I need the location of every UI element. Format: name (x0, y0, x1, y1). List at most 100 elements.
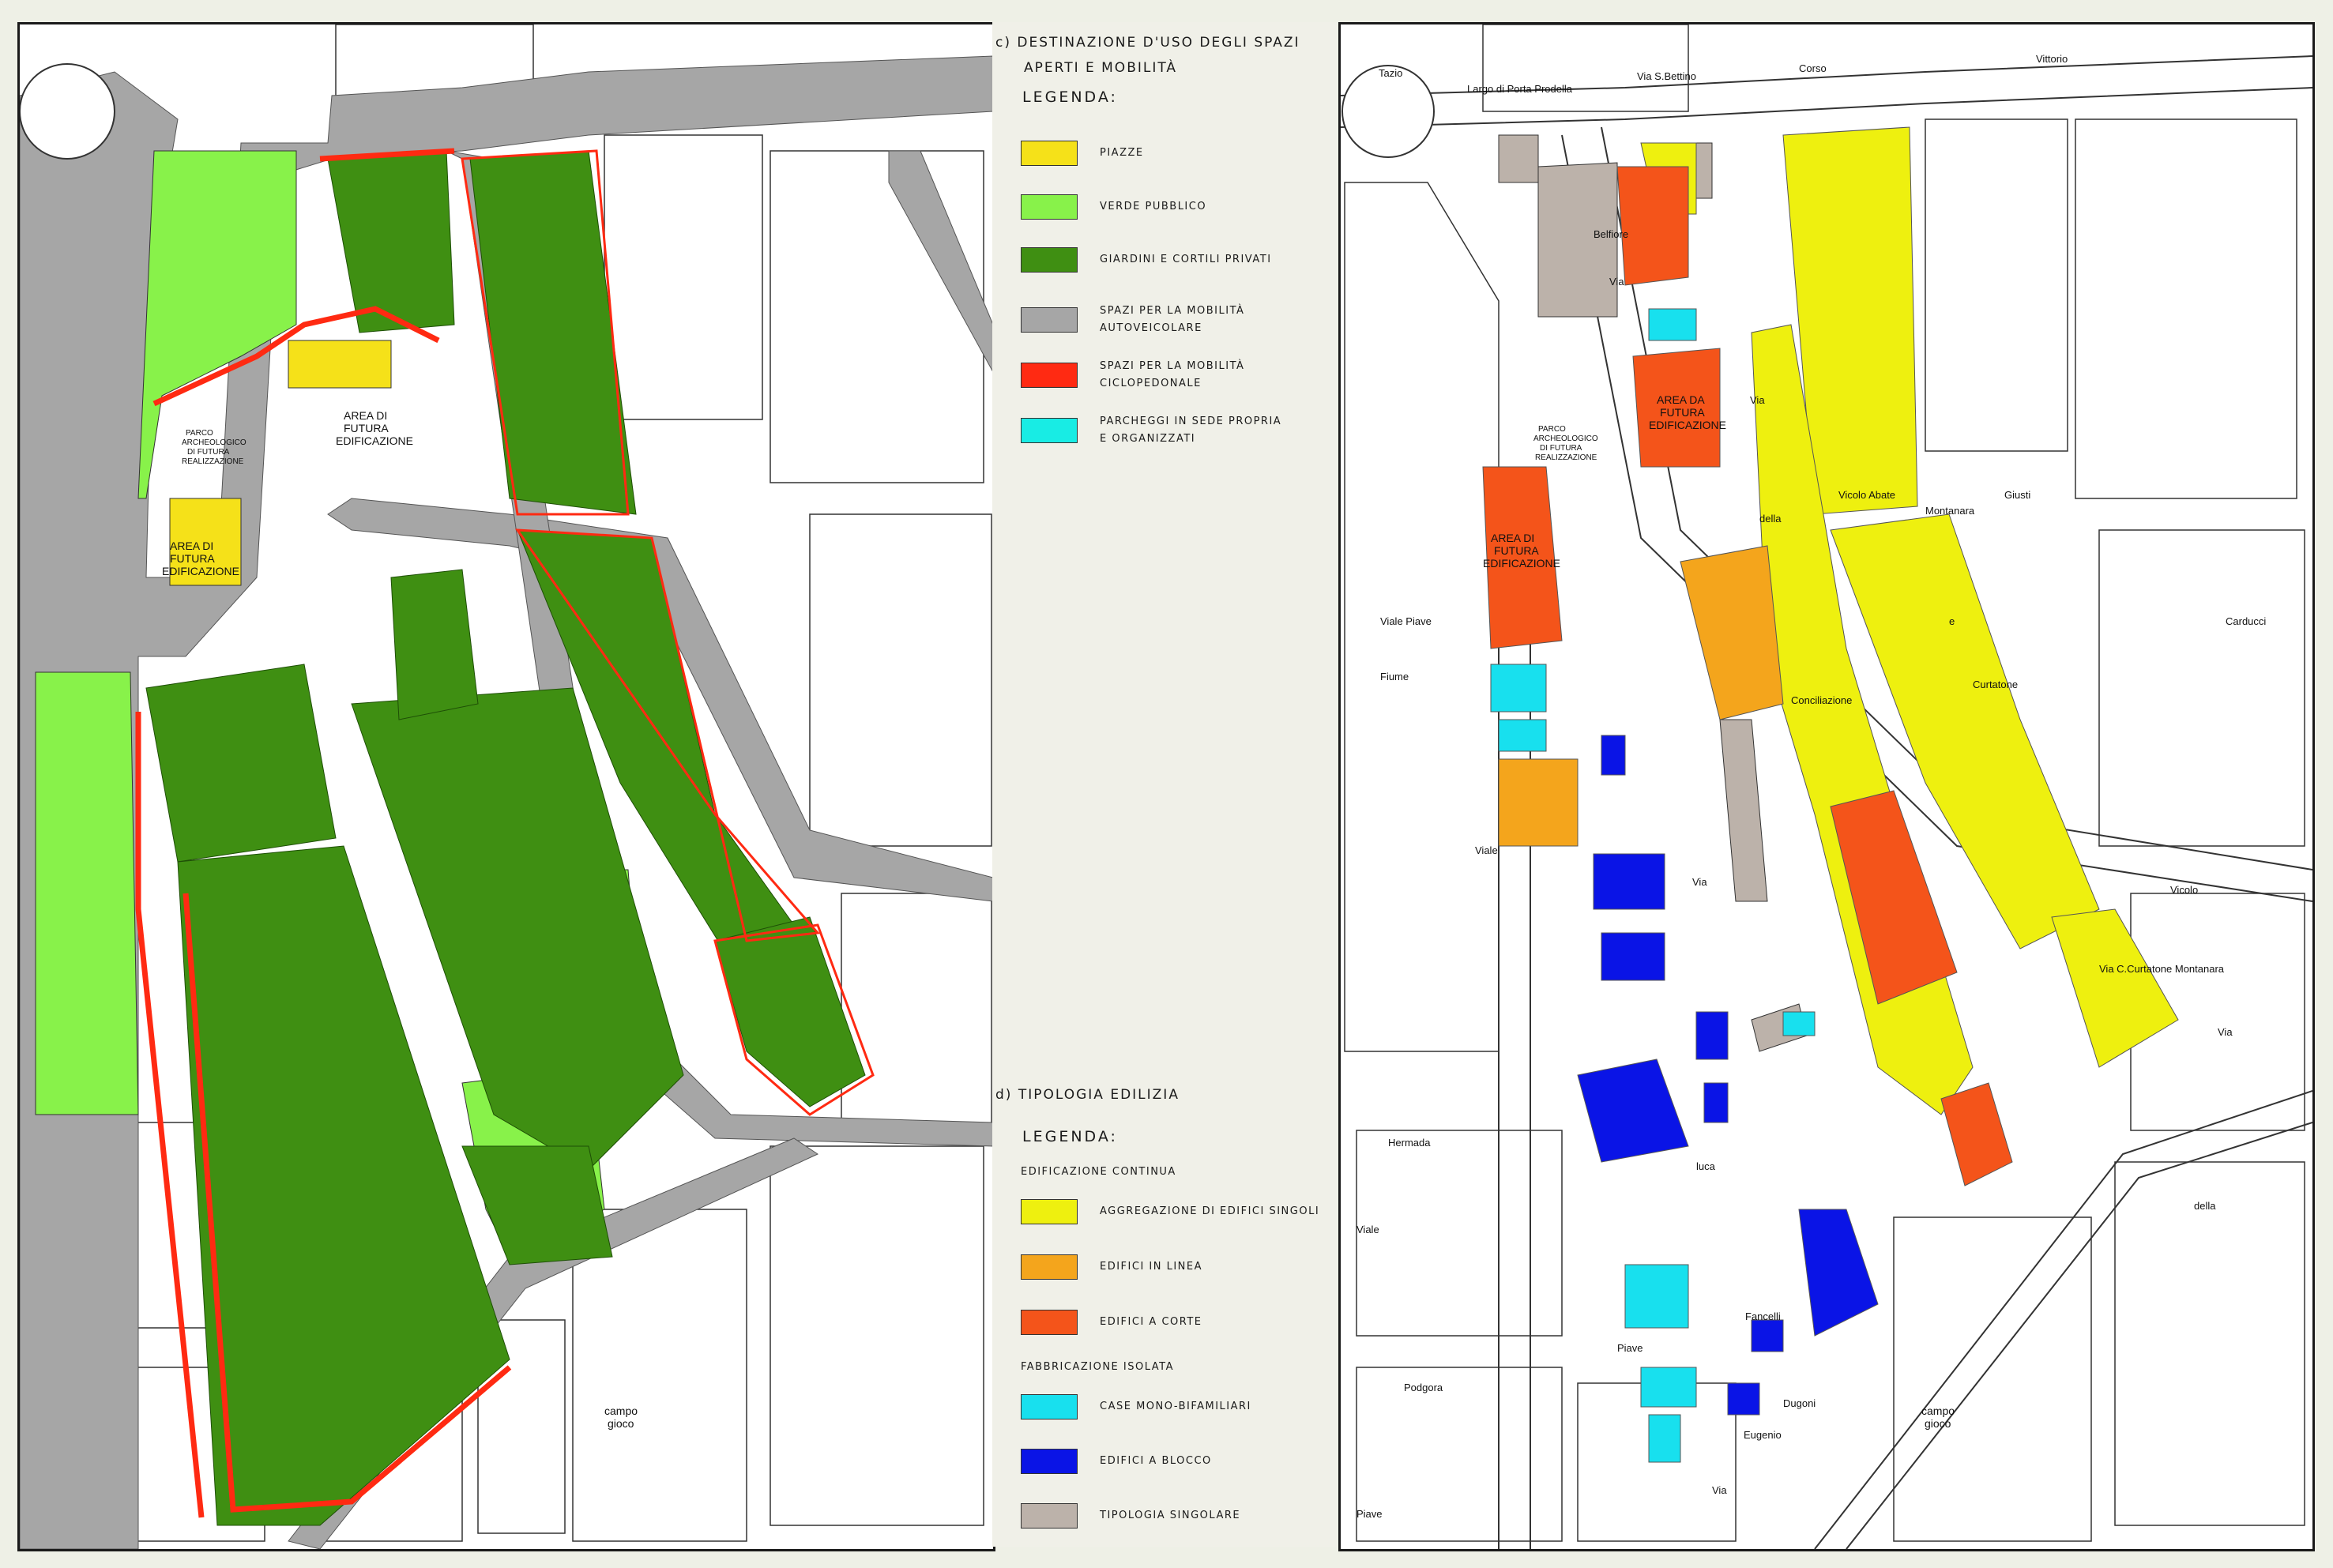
legend-item-piazze: PIAZZE (1021, 141, 1144, 166)
street-belfiore: Belfiore (1594, 228, 1628, 240)
street-corso: Corso (1799, 62, 1827, 74)
legend-label-mobilita-auto: SPAZI PER LA MOBILITÀ AUTOVEICOLARE (1100, 305, 1245, 334)
swatch-in-linea (1021, 1254, 1078, 1280)
label-parco-3: DI FUTURA (187, 448, 230, 457)
street-della-r: della (2194, 1200, 2216, 1212)
label-area1-2: FUTURA (170, 552, 215, 565)
r-label-area1-2: FUTURA (1660, 406, 1705, 419)
legend-item-in-linea: EDIFICI IN LINEA (1021, 1254, 1202, 1280)
street-via-cm: Via C.Curtatone Montanara (2099, 963, 2225, 975)
legend-label-singolare: TIPOLOGIA SINGOLARE (1100, 1510, 1241, 1521)
legend-item-a-corte: EDIFICI A CORTE (1021, 1310, 1202, 1335)
legend-d-heading: LEGENDA: (1022, 1128, 1118, 1145)
label-parco-1: PARCO (186, 429, 213, 438)
street-luca: luca (1696, 1160, 1716, 1172)
street-hermada: Hermada (1388, 1137, 1431, 1149)
label-area1-1: AREA DI (170, 540, 213, 552)
street-via-r: Via (2218, 1026, 2233, 1038)
street-vittorio: Vittorio (2036, 53, 2068, 65)
legend-label-verde-pubblico: VERDE PUBBLICO (1100, 201, 1207, 212)
swatch-parcheggi (1021, 418, 1078, 443)
r-label-campo-2: gioco (1925, 1417, 1951, 1430)
r-label-campo-1: campo (1921, 1404, 1955, 1417)
map-open-spaces: PARCO ARCHEOLOGICO DI FUTURA REALIZZAZIO… (17, 22, 995, 1551)
legend-label-a-blocco: EDIFICI A BLOCCO (1100, 1455, 1212, 1467)
r-label-parco-3: DI FUTURA (1540, 444, 1582, 453)
swatch-a-corte (1021, 1310, 1078, 1335)
legend-item-a-blocco: EDIFICI A BLOCCO (1021, 1449, 1212, 1474)
r-label-parco-2: ARCHEOLOGICO (1533, 434, 1598, 443)
street-viale: Viale (1475, 844, 1498, 856)
street-via-bottom: Via (1712, 1484, 1727, 1496)
street-carducci: Carducci (2226, 615, 2266, 627)
legend-item-parcheggi: PARCHEGGI IN SEDE PROPRIA E ORGANIZZATI (1021, 413, 1281, 448)
legend-label-mono-bifamiliari: CASE MONO-BIFAMILIARI (1100, 1401, 1251, 1412)
legend-d-title: d) TIPOLOGIA EDILIZIA (995, 1087, 1180, 1103)
label-area2-1: AREA DI (344, 409, 387, 422)
legend-label-aggregazione: AGGREGAZIONE DI EDIFICI SINGOLI (1100, 1205, 1320, 1217)
street-viale-piave: Viale Piave (1380, 615, 1432, 627)
street-eugenio: Eugenio (1744, 1429, 1782, 1441)
street-via-luca: Via (1692, 876, 1707, 888)
street-fiume: Fiume (1380, 671, 1409, 682)
swatch-giardini (1021, 247, 1078, 273)
swatch-mobilita-ciclo (1021, 363, 1078, 388)
legend-c-title: c) DESTINAZIONE D'USO DEGLI SPAZI APERTI… (995, 30, 1300, 81)
label-campo-1: campo (604, 1404, 638, 1417)
street-montanara: Montanara (1925, 505, 1975, 517)
label-campo-2: gioco (608, 1417, 634, 1430)
street-fancelli: Fancelli (1745, 1310, 1781, 1322)
swatch-mono-bifamiliari (1021, 1394, 1078, 1419)
r-label-area2-2: FUTURA (1494, 544, 1539, 557)
legend-label-in-linea: EDIFICI IN LINEA (1100, 1261, 1203, 1273)
street-e: e (1949, 615, 1955, 627)
legend-item-verde-pubblico: VERDE PUBBLICO (1021, 194, 1206, 220)
legend-label-a-corte: EDIFICI A CORTE (1100, 1316, 1202, 1328)
legend-c-heading: LEGENDA: (1022, 88, 1118, 106)
street-podgora: Podgora (1404, 1382, 1443, 1393)
street-conciliazione: Conciliazione (1791, 694, 1852, 706)
legend-item-singolare: TIPOLOGIA SINGOLARE (1021, 1503, 1240, 1529)
legend-item-mobilita-ciclo: SPAZI PER LA MOBILITÀ CICLOPEDONALE (1021, 358, 1244, 393)
street-vicolo-abate: Vicolo Abate (1838, 489, 1895, 501)
street-largo: Largo di Porta Prodella (1467, 83, 1573, 95)
swatch-piazze (1021, 141, 1078, 166)
label-area2-2: FUTURA (344, 422, 389, 434)
swatch-aggregazione (1021, 1199, 1078, 1224)
street-vicolo: Vicolo (2170, 884, 2198, 896)
legend-c-title-line2: APERTI E MOBILITÀ (1024, 60, 1178, 76)
legend-item-giardini: GIARDINI E CORTILI PRIVATI (1021, 247, 1272, 273)
label-parco-4: REALIZZAZIONE (182, 457, 244, 466)
legend-label-mobilita-ciclo: SPAZI PER LA MOBILITÀ CICLOPEDONALE (1100, 360, 1245, 389)
legend-item-mobilita-auto: SPAZI PER LA MOBILITÀ AUTOVEICOLARE (1021, 303, 1244, 337)
legend-item-aggregazione: AGGREGAZIONE DI EDIFICI SINGOLI (1021, 1199, 1319, 1224)
map-building-typology: PARCO ARCHEOLOGICO DI FUTURA REALIZZAZIO… (1338, 22, 2315, 1551)
r-label-area1-1: AREA DA (1657, 393, 1705, 406)
swatch-singolare (1021, 1503, 1078, 1529)
street-curtatone: Curtatone (1973, 679, 2018, 690)
sheet: PARCO ARCHEOLOGICO DI FUTURA REALIZZAZIO… (0, 0, 2333, 1568)
roundabout-right (1341, 65, 1435, 158)
label-area2-3: EDIFICAZIONE (336, 434, 413, 447)
r-label-parco-4: REALIZZAZIONE (1535, 453, 1597, 462)
street-piave2: Piave (1357, 1508, 1383, 1520)
swatch-a-blocco (1021, 1449, 1078, 1474)
legend-label-parcheggi: PARCHEGGI IN SEDE PROPRIA E ORGANIZZATI (1100, 416, 1282, 445)
street-via-conc: Via (1750, 394, 1765, 406)
street-via-sbettino: Via S.Bettino (1637, 70, 1696, 82)
swatch-verde-pubblico (1021, 194, 1078, 220)
r-label-area2-1: AREA DI (1491, 532, 1534, 544)
map-building-typology-svg: PARCO ARCHEOLOGICO DI FUTURA REALIZZAZIO… (1341, 24, 2312, 1549)
roundabout (20, 63, 115, 160)
street-tazio: Tazio (1379, 67, 1402, 79)
legend-label-piazze: PIAZZE (1100, 147, 1144, 159)
street-piave: Piave (1617, 1342, 1643, 1354)
legend-c-title-line1: c) DESTINAZIONE D'USO DEGLI SPAZI (995, 35, 1300, 51)
street-via-belfiore: Via (1609, 276, 1624, 288)
street-dugoni: Dugoni (1783, 1397, 1816, 1409)
legend-d-group1: EDIFICAZIONE CONTINUA (1021, 1166, 1176, 1178)
map-open-spaces-svg: PARCO ARCHEOLOGICO DI FUTURA REALIZZAZIO… (20, 24, 993, 1549)
label-area1-3: EDIFICAZIONE (162, 565, 239, 577)
r-label-parco-1: PARCO (1538, 425, 1566, 434)
street-viale2: Viale (1357, 1224, 1379, 1235)
